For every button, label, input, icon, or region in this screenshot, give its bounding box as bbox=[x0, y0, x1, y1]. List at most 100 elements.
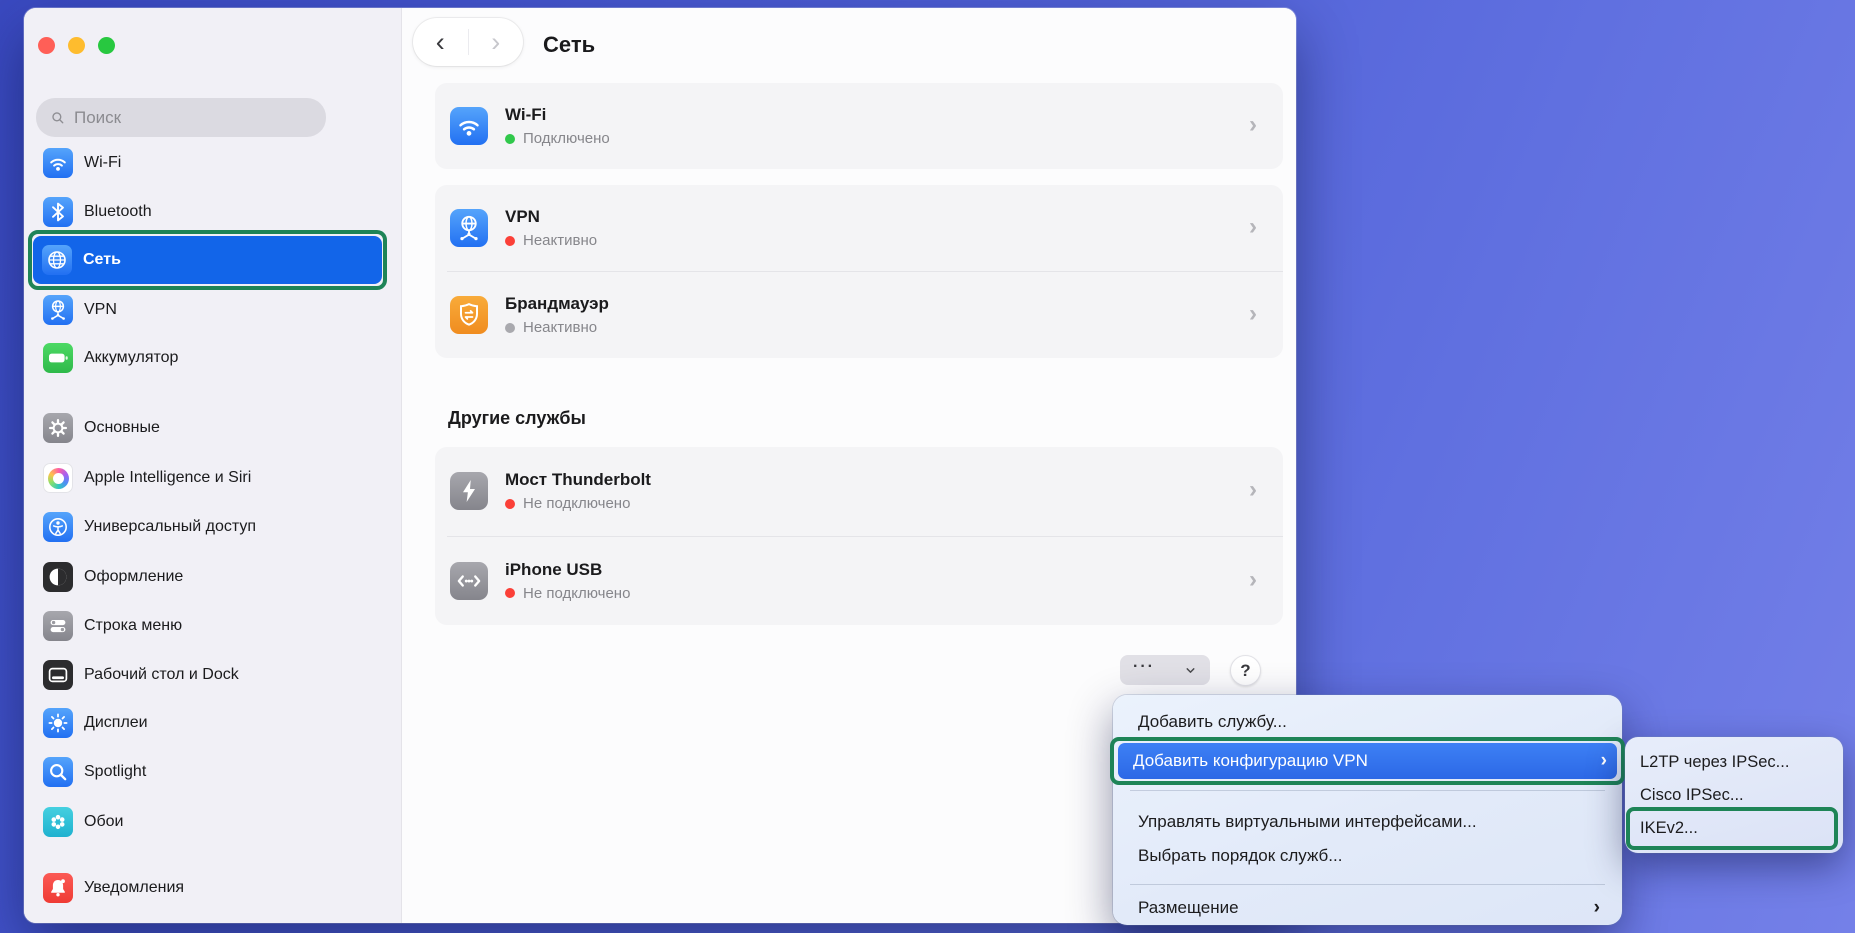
sidebar-item-label: Универсальный доступ bbox=[84, 518, 256, 536]
back-button[interactable]: ‹ bbox=[413, 20, 468, 64]
menu-item-label: L2TP через IPSec... bbox=[1640, 753, 1789, 772]
service-status: Не подключено bbox=[505, 495, 651, 512]
sidebar-item-label: Bluetooth bbox=[84, 203, 152, 221]
menu-item-add-vpn-configuration[interactable]: Добавить конфигурацию VPN › bbox=[1118, 743, 1617, 779]
status-dot bbox=[505, 134, 515, 144]
sidebar-item-label: Apple Intelligence и Siri bbox=[84, 469, 251, 487]
service-row-wifi[interactable]: Wi-Fi Подключено › bbox=[435, 83, 1283, 169]
menu-item-label: Cisco IPSec... bbox=[1640, 786, 1744, 805]
sidebar-item-accessibility[interactable]: Универсальный доступ bbox=[34, 503, 392, 551]
sidebar-item-label: Уведомления bbox=[84, 879, 184, 897]
sidebar-item-apple-intelligence-siri[interactable]: Apple Intelligence и Siri bbox=[34, 454, 392, 502]
menu-item-add-service[interactable]: Добавить службу... bbox=[1125, 705, 1610, 739]
nav-pill: ‹ › bbox=[413, 18, 523, 66]
service-title: Мост Thunderbolt bbox=[505, 470, 651, 490]
sidebar-item-bluetooth[interactable]: Bluetooth bbox=[34, 188, 392, 236]
ai-siri-icon bbox=[43, 463, 73, 493]
menu-item-label: Выбрать порядок служб... bbox=[1138, 846, 1342, 866]
service-status: Не подключено bbox=[505, 585, 630, 602]
sidebar-item-spotlight[interactable]: Spotlight bbox=[34, 748, 392, 796]
service-title: Брандмауэр bbox=[505, 294, 609, 314]
help-button[interactable]: ? bbox=[1230, 655, 1261, 686]
desktop-dock-icon bbox=[43, 660, 73, 690]
page-title: Сеть bbox=[543, 32, 595, 58]
minimize-button[interactable] bbox=[68, 37, 85, 54]
submenu-arrow-icon: › bbox=[1601, 750, 1607, 772]
firewall-icon bbox=[450, 296, 488, 334]
service-title: Wi-Fi bbox=[505, 105, 610, 125]
accessibility-icon bbox=[43, 512, 73, 542]
sidebar-item-appearance[interactable]: Оформление bbox=[34, 553, 392, 601]
more-options-button[interactable]: ··· bbox=[1120, 655, 1210, 685]
question-mark-icon: ? bbox=[1240, 661, 1250, 681]
sidebar-item-menu-bar[interactable]: Строка меню bbox=[34, 602, 392, 650]
sidebar-item-general[interactable]: Основные bbox=[34, 404, 392, 452]
ellipsis-icon: ··· bbox=[1133, 662, 1155, 672]
menu-item-label: IKEv2... bbox=[1640, 819, 1698, 838]
service-title: iPhone USB bbox=[505, 560, 630, 580]
desktop-wallpaper: Поиск Wi-Fi Bluetooth Сеть VPN Аккуму bbox=[0, 0, 1855, 933]
status-text: Неактивно bbox=[523, 232, 597, 249]
menu-item-set-service-order[interactable]: Выбрать порядок служб... bbox=[1125, 839, 1610, 873]
vpn-icon bbox=[43, 295, 73, 325]
service-row-iphone-usb[interactable]: iPhone USB Не подключено › bbox=[435, 537, 1283, 626]
chevron-right-icon: › bbox=[1249, 213, 1257, 241]
iphone-usb-icon bbox=[450, 562, 488, 600]
sidebar-item-notifications[interactable]: Уведомления bbox=[34, 864, 392, 912]
close-button[interactable] bbox=[38, 37, 55, 54]
sidebar-item-network[interactable]: Сеть bbox=[33, 236, 382, 284]
service-status: Неактивно bbox=[505, 232, 597, 249]
chevron-down-icon bbox=[1184, 664, 1197, 677]
chevron-right-icon: › bbox=[1249, 300, 1257, 328]
menu-item-label: Добавить службу... bbox=[1138, 712, 1287, 732]
sidebar-item-wifi[interactable]: Wi-Fi bbox=[34, 139, 392, 187]
status-dot bbox=[505, 499, 515, 509]
menu-item-label: Размещение bbox=[1138, 898, 1239, 918]
service-title: VPN bbox=[505, 207, 597, 227]
status-text: Не подключено bbox=[523, 495, 630, 512]
sidebar-item-wallpaper[interactable]: Обои bbox=[34, 798, 392, 846]
service-status: Подключено bbox=[505, 130, 610, 147]
sidebar-item-displays[interactable]: Дисплеи bbox=[34, 699, 392, 747]
sidebar-item-label: Рабочий стол и Dock bbox=[84, 666, 239, 684]
status-text: Не подключено bbox=[523, 585, 630, 602]
submenu-item-ikev2[interactable]: IKEv2... bbox=[1631, 812, 1837, 845]
sidebar-item-vpn[interactable]: VPN bbox=[34, 286, 392, 334]
submenu-item-l2tp-over-ipsec[interactable]: L2TP через IPSec... bbox=[1631, 746, 1837, 779]
thunderbolt-icon bbox=[450, 472, 488, 510]
wifi-icon bbox=[43, 148, 73, 178]
status-text: Подключено bbox=[523, 130, 610, 147]
sidebar-item-label: Основные bbox=[84, 419, 160, 437]
menu-item-label: Добавить конфигурацию VPN bbox=[1133, 751, 1368, 771]
traffic-lights bbox=[38, 37, 115, 54]
status-dot bbox=[505, 323, 515, 333]
service-row-thunderbolt-bridge[interactable]: Мост Thunderbolt Не подключено › bbox=[435, 447, 1283, 536]
sidebar: Поиск Wi-Fi Bluetooth Сеть VPN Аккуму bbox=[24, 8, 402, 923]
menu-item-manage-virtual-interfaces[interactable]: Управлять виртуальными интерфейсами... bbox=[1125, 805, 1610, 839]
submenu-item-cisco-ipsec[interactable]: Cisco IPSec... bbox=[1631, 779, 1837, 812]
service-row-vpn[interactable]: VPN Неактивно › bbox=[435, 185, 1283, 271]
sidebar-item-label: Дисплеи bbox=[84, 714, 148, 732]
chevron-right-icon: › bbox=[1249, 476, 1257, 504]
context-menu: Добавить службу... Добавить конфигурацию… bbox=[1113, 695, 1622, 925]
status-dot bbox=[505, 588, 515, 598]
bluetooth-icon bbox=[43, 197, 73, 227]
menu-divider bbox=[1130, 790, 1605, 791]
sidebar-item-battery[interactable]: Аккумулятор bbox=[34, 334, 392, 382]
sidebar-item-label: VPN bbox=[84, 301, 117, 319]
search-input[interactable]: Поиск bbox=[36, 98, 326, 137]
service-row-firewall[interactable]: Брандмауэр Неактивно › bbox=[435, 272, 1283, 358]
wifi-card: Wi-Fi Подключено › bbox=[435, 83, 1283, 169]
forward-button[interactable]: › bbox=[469, 20, 524, 64]
network-globe-icon bbox=[42, 245, 72, 275]
sidebar-item-desktop-dock[interactable]: Рабочий стол и Dock bbox=[34, 651, 392, 699]
sidebar-item-label: Spotlight bbox=[84, 763, 146, 781]
search-placeholder: Поиск bbox=[74, 108, 121, 128]
sidebar-item-label: Строка меню bbox=[84, 617, 182, 635]
status-dot bbox=[505, 236, 515, 246]
menu-item-locations[interactable]: Размещение › bbox=[1125, 891, 1610, 925]
sidebar-item-label: Обои bbox=[84, 813, 123, 831]
spotlight-icon bbox=[43, 757, 73, 787]
notifications-icon bbox=[43, 873, 73, 903]
zoom-button[interactable] bbox=[98, 37, 115, 54]
